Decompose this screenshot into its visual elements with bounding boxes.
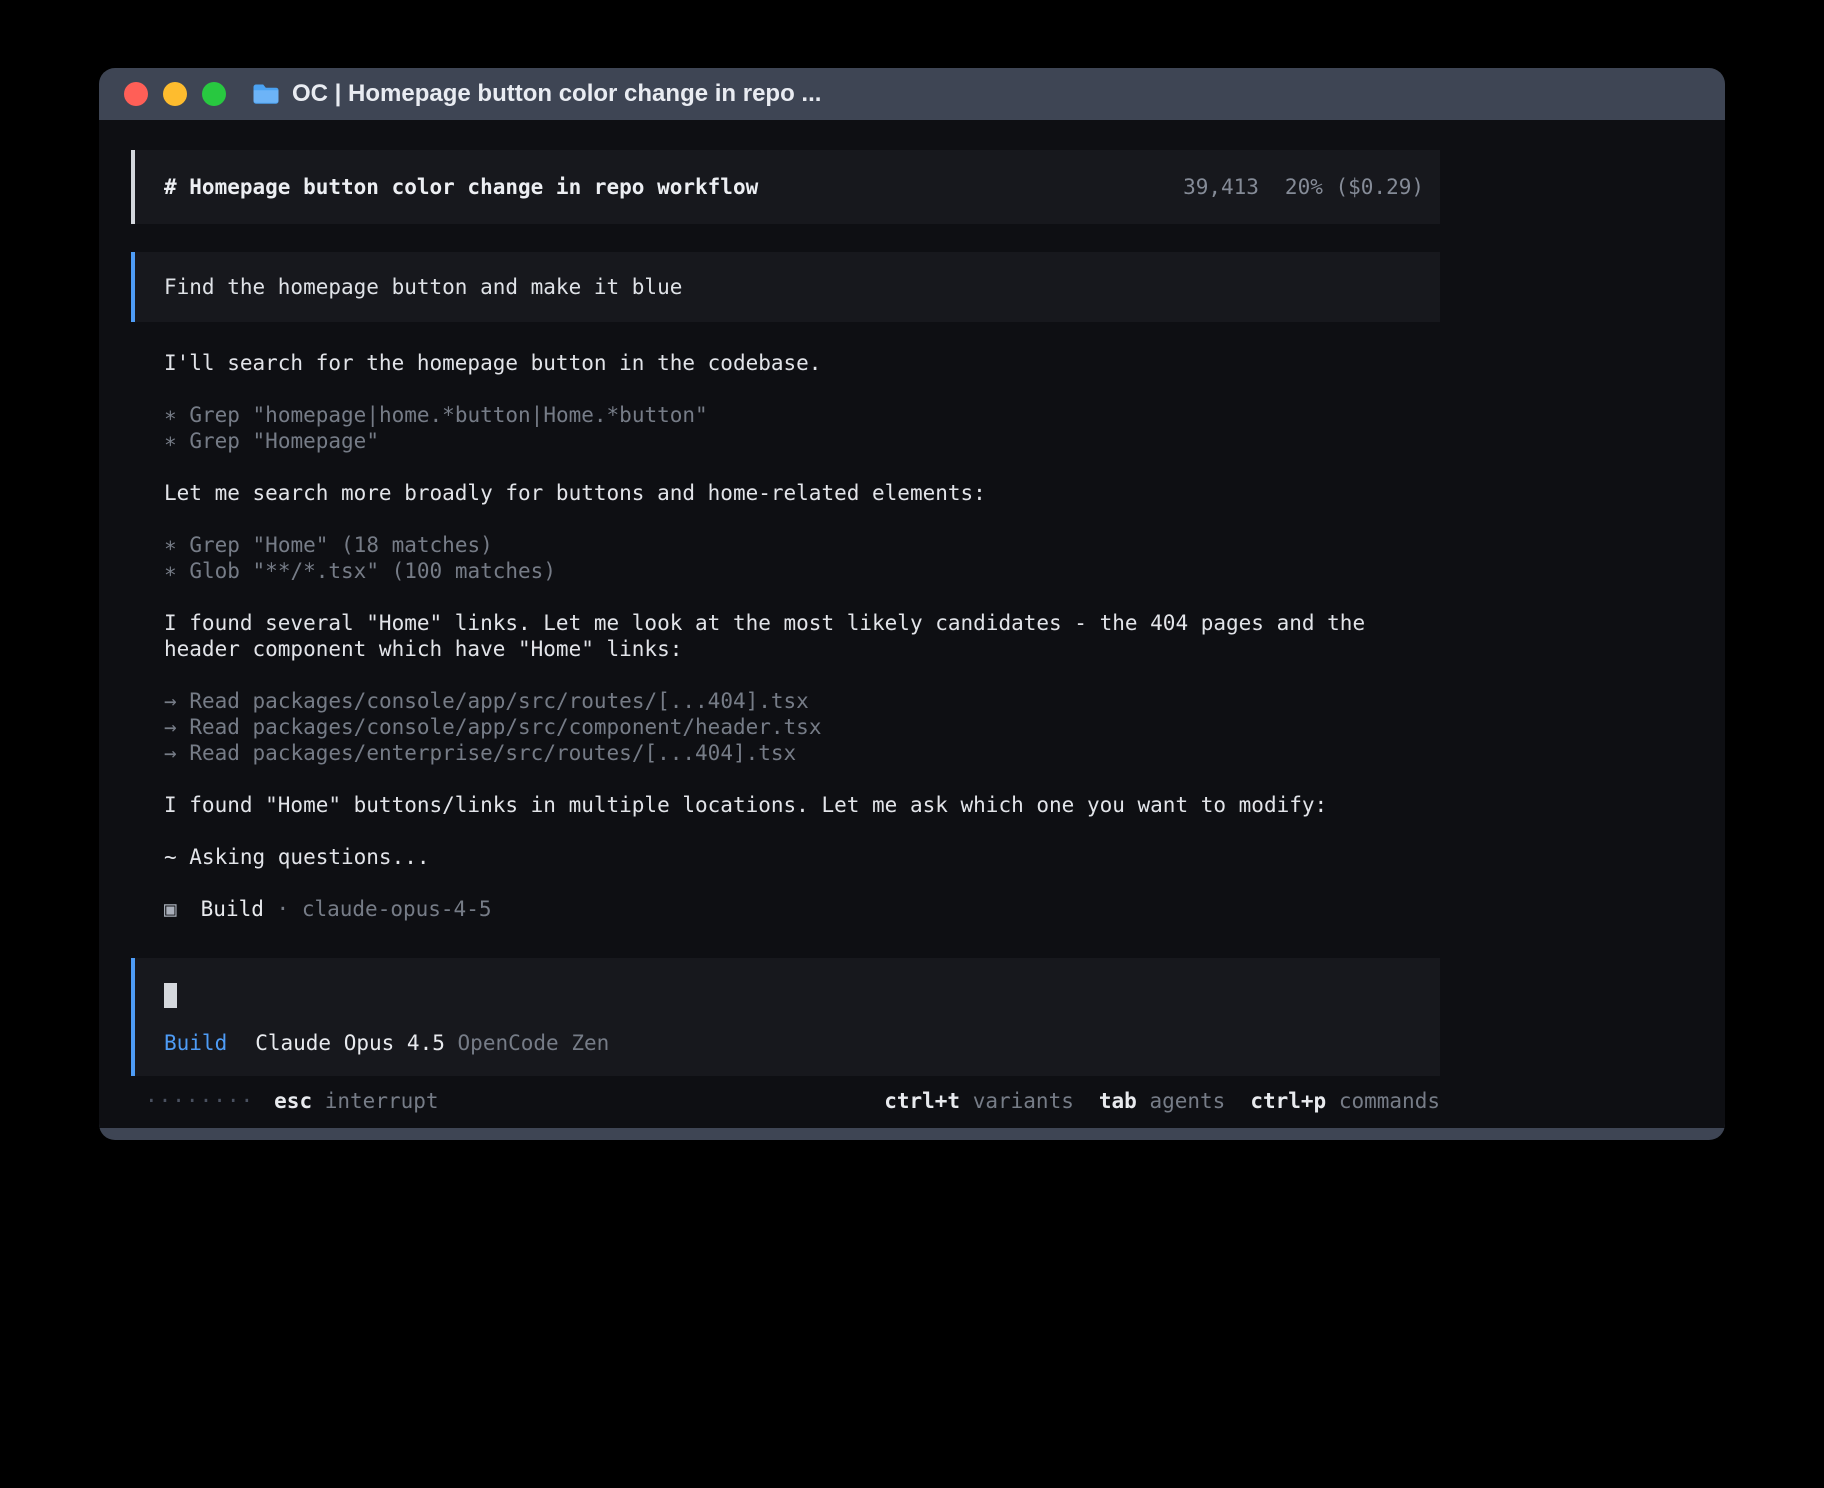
arrow-right-icon: → xyxy=(164,689,177,713)
agent-badge: ▣ Build · claude-opus-4-5 xyxy=(164,896,1440,922)
tool-call-text: Grep "Homepage" xyxy=(189,429,379,453)
file-read-text: Read packages/enterprise/src/routes/[...… xyxy=(189,741,796,765)
hint-key: tab xyxy=(1099,1089,1137,1113)
assistant-message: Let me search more broadly for buttons a… xyxy=(164,480,1440,506)
file-read-text: Read packages/console/app/src/routes/[..… xyxy=(189,689,809,713)
assistant-message: I found "Home" buttons/links in multiple… xyxy=(164,792,1440,818)
tool-call-text: Grep "homepage|home.*button|Home.*button… xyxy=(189,403,707,427)
model-label: Claude Opus 4.5 xyxy=(255,1031,445,1055)
status-left: ········ esc interrupt xyxy=(131,1088,439,1114)
assistant-message: I found several "Home" links. Let me loo… xyxy=(164,610,1440,662)
tool-marker-icon: ∗ xyxy=(164,429,177,453)
close-button[interactable] xyxy=(124,82,148,106)
text-cursor xyxy=(164,983,177,1008)
esc-label: interrupt xyxy=(325,1089,439,1113)
session-stats: 39,413 20% ($0.29) xyxy=(1183,174,1424,200)
agent-square-icon: ▣ xyxy=(164,897,177,921)
terminal-content: # Homepage button color change in repo w… xyxy=(99,120,1725,1128)
tool-call-line: ∗ Glob "**/*.tsx" (100 matches) xyxy=(164,558,1440,584)
file-read-line: → Read packages/enterprise/src/routes/[.… xyxy=(164,740,1440,766)
agent-separator: · xyxy=(277,897,290,921)
status-right: ctrl+t variants tab agents ctrl+p commands xyxy=(859,1088,1440,1114)
status-bar: ········ esc interrupt ctrl+t variants tab… xyxy=(131,1088,1440,1114)
context-percent-cost: 20% ($0.29) xyxy=(1285,174,1424,200)
file-read-text: Read packages/console/app/src/component/… xyxy=(189,715,821,739)
tool-marker-icon: ∗ xyxy=(164,403,177,427)
arrow-right-icon: → xyxy=(164,715,177,739)
user-message-text: Find the homepage button and make it blu… xyxy=(164,275,682,299)
assistant-message: I'll search for the homepage button in t… xyxy=(164,350,1440,376)
tool-call-group: ∗ Grep "homepage|home.*button|Home.*butt… xyxy=(164,402,1440,454)
tool-call-text: Glob "**/*.tsx" (100 matches) xyxy=(189,559,556,583)
folder-icon xyxy=(252,83,280,105)
tool-call-text: Grep "Home" (18 matches) xyxy=(189,533,492,557)
file-read-line: → Read packages/console/app/src/routes/[… xyxy=(164,688,1440,714)
minimize-button[interactable] xyxy=(163,82,187,106)
working-status: ~ Asking questions... xyxy=(164,844,1440,870)
agent-name: Build xyxy=(201,897,264,921)
agent-model: claude-opus-4-5 xyxy=(302,897,492,921)
input-line[interactable] xyxy=(164,982,1424,1008)
file-read-line: → Read packages/console/app/src/componen… xyxy=(164,714,1440,740)
session-header: # Homepage button color change in repo w… xyxy=(131,150,1440,224)
provider-label: OpenCode Zen xyxy=(458,1031,610,1055)
tool-call-line: ∗ Grep "Home" (18 matches) xyxy=(164,532,1440,558)
tool-marker-icon: ∗ xyxy=(164,533,177,557)
traffic-lights xyxy=(124,82,226,106)
hint-label: agents xyxy=(1149,1089,1225,1113)
assistant-transcript: I'll search for the homepage button in t… xyxy=(131,350,1440,922)
token-count: 39,413 xyxy=(1183,174,1259,200)
input-meta: Build Claude Opus 4.5 OpenCode Zen xyxy=(164,1030,1424,1056)
terminal-window: OC | Homepage button color change in rep… xyxy=(99,68,1725,1140)
hint-label: commands xyxy=(1339,1089,1440,1113)
zoom-button[interactable] xyxy=(202,82,226,106)
tool-call-line: ∗ Grep "homepage|home.*button|Home.*butt… xyxy=(164,402,1440,428)
session-title: # Homepage button color change in repo w… xyxy=(164,174,758,200)
hint-variants: ctrl+t variants xyxy=(884,1089,1074,1113)
user-message: Find the homepage button and make it blu… xyxy=(131,252,1440,322)
window-titlebar[interactable]: OC | Homepage button color change in rep… xyxy=(99,68,1725,120)
tool-call-group: ∗ Grep "Home" (18 matches) ∗ Glob "**/*.… xyxy=(164,532,1440,584)
prompt-input[interactable]: Build Claude Opus 4.5 OpenCode Zen xyxy=(131,958,1440,1076)
tool-call-line: ∗ Grep "Homepage" xyxy=(164,428,1440,454)
hint-key: ctrl+t xyxy=(884,1089,960,1113)
hint-commands: ctrl+p commands xyxy=(1250,1089,1440,1113)
hint-key: ctrl+p xyxy=(1250,1089,1326,1113)
mode-label: Build xyxy=(164,1031,227,1055)
hint-label: variants xyxy=(973,1089,1074,1113)
window-title: OC | Homepage button color change in rep… xyxy=(292,80,821,108)
tool-marker-icon: ∗ xyxy=(164,559,177,583)
progress-dots: ········ xyxy=(145,1089,254,1113)
esc-key: esc xyxy=(274,1089,312,1113)
file-read-group: → Read packages/console/app/src/routes/[… xyxy=(164,688,1440,766)
arrow-right-icon: → xyxy=(164,741,177,765)
hint-agents: tab agents xyxy=(1099,1089,1225,1113)
